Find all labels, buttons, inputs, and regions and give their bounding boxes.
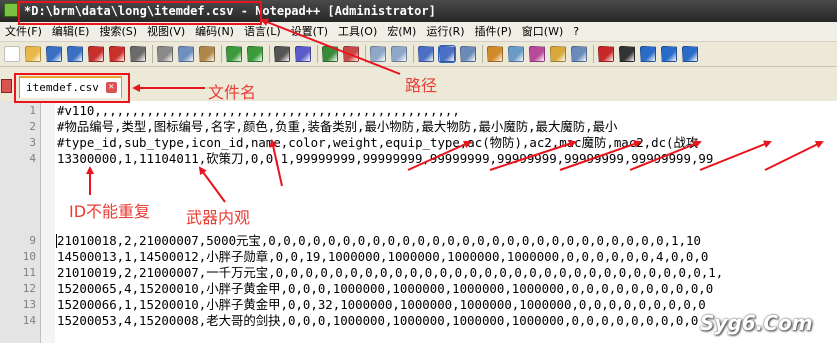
line-number: 2 <box>29 120 36 133</box>
code-line[interactable]: 9 21010018,2,21000007,5000元宝,0,0,0,0,0,0,… <box>0 233 837 249</box>
sync-vertical-icon[interactable] <box>370 46 386 62</box>
path-highlight-box <box>18 1 262 25</box>
code-line[interactable]: 3 #type_id,sub_type,icon_id,name,color,we… <box>0 135 837 151</box>
play-macro-icon[interactable] <box>640 46 656 62</box>
save-icon[interactable] <box>46 46 62 62</box>
line-text: 15200053,4,15200008,老大哥的剑抉,0,0,0,1000000… <box>57 313 699 328</box>
cut-icon[interactable] <box>157 46 173 62</box>
filename-highlight-box <box>14 73 130 103</box>
notepadpp-icon <box>4 3 18 17</box>
line-number: 9 <box>29 234 36 247</box>
redo-icon[interactable] <box>247 46 263 62</box>
play-multiple-icon[interactable] <box>661 46 677 62</box>
zoom-in-icon[interactable] <box>322 46 338 62</box>
code-line[interactable]: 12 15200065,4,15200010,小胖子黄金甲,0,0,0,10000… <box>0 281 837 297</box>
toolbar-separator <box>152 45 153 63</box>
show-all-chars-icon[interactable] <box>438 45 456 63</box>
menu-item[interactable]: 插件(P) <box>470 22 517 41</box>
document-icon <box>1 79 12 93</box>
replace-icon[interactable] <box>295 46 311 62</box>
toolbar-separator <box>482 45 483 63</box>
line-number: 4 <box>29 152 36 165</box>
line-text: 13300000,1,11104011,砍策刀,0,0,1,99999999,9… <box>57 151 714 166</box>
toolbar-separator <box>221 45 222 63</box>
monitor-icon[interactable] <box>571 46 587 62</box>
close-icon[interactable] <box>88 46 104 62</box>
sync-horizontal-icon[interactable] <box>391 46 407 62</box>
menu-item[interactable]: 工具(O) <box>333 22 382 41</box>
line-number: 12 <box>22 282 36 295</box>
menu-item[interactable]: 运行(R) <box>421 22 469 41</box>
copy-icon[interactable] <box>178 46 194 62</box>
zoom-out-icon[interactable] <box>343 46 359 62</box>
line-text: #v110,,,,,,,,,,,,,,,,,,,,,,,,,,,,,,,,,,,… <box>57 103 460 118</box>
line-number: 13 <box>22 298 36 311</box>
toolbar-separator <box>593 45 594 63</box>
undo-icon[interactable] <box>226 46 242 62</box>
toolbar-separator <box>269 45 270 63</box>
weapon-appearance-annotation: 武器内观 <box>186 208 251 227</box>
menu-item[interactable]: 窗口(W) <box>517 22 568 41</box>
path-annotation: 路径 <box>405 76 438 95</box>
code-line[interactable]: 1 #v110,,,,,,,,,,,,,,,,,,,,,,,,,,,,,,,,,,… <box>0 103 837 119</box>
toolbar-separator <box>317 45 318 63</box>
line-text: #type_id,sub_type,icon_id,name,color,wei… <box>57 135 699 150</box>
open-file-icon[interactable] <box>25 46 41 62</box>
line-text: 14500013,1,14500012,小胖子勋章,0,0,19,1000000… <box>57 249 709 264</box>
function-list-icon[interactable] <box>529 46 545 62</box>
print-icon[interactable] <box>130 46 146 62</box>
line-number: 11 <box>22 266 36 279</box>
code-line[interactable]: 2 #物品编号,类型,图标编号,名字,颜色,负重,装备类别,最小物防,最大物防,最… <box>0 119 837 135</box>
menu-item[interactable]: 宏(M) <box>382 22 421 41</box>
filename-annotation: 文件名 <box>208 83 257 102</box>
line-text: 15200065,4,15200010,小胖子黄金甲,0,0,0,1000000… <box>57 281 714 296</box>
folder-workspace-icon[interactable] <box>550 46 566 62</box>
close-all-icon[interactable] <box>109 46 125 62</box>
line-number: 14 <box>22 314 36 327</box>
line-text: 21010019,2,21000007,一千万元宝,0,0,0,0,0,0,0,… <box>57 265 724 280</box>
save-all-icon[interactable] <box>67 46 83 62</box>
menu-bar: 文件(F) 编辑(E) 搜索(S) 视图(V) 编码(N) 语言(L) 设置(T) 工具(O)… <box>0 22 837 42</box>
udl-icon[interactable] <box>487 46 503 62</box>
toolbar-separator <box>413 45 414 63</box>
watermark-logo: Syg6.Com <box>700 311 813 335</box>
find-icon[interactable] <box>274 46 290 62</box>
paste-icon[interactable] <box>199 46 215 62</box>
line-text: #物品编号,类型,图标编号,名字,颜色,负重,装备类别,最小物防,最大物防,最小… <box>57 119 618 134</box>
code-line[interactable]: 10 14500013,1,14500012,小胖子勋章,0,0,19,10000… <box>0 249 837 265</box>
line-number: 3 <box>29 136 36 149</box>
doc-map-icon[interactable] <box>508 46 524 62</box>
word-wrap-icon[interactable] <box>418 46 434 62</box>
record-macro-icon[interactable] <box>598 46 614 62</box>
indent-guide-icon[interactable] <box>460 46 476 62</box>
toolbar <box>0 42 837 67</box>
menu-item[interactable]: ? <box>568 22 584 41</box>
line-text: 15200066,1,15200010,小胖子黄金甲,0,0,32,100000… <box>57 297 706 312</box>
line-number: 1 <box>29 104 36 117</box>
editor-area[interactable]: 1 #v110,,,,,,,,,,,,,,,,,,,,,,,,,,,,,,,,,,… <box>0 101 837 343</box>
code-line[interactable]: 4 13300000,1,11104011,砍策刀,0,0,1,99999999,… <box>0 151 837 167</box>
text-caret <box>56 234 57 248</box>
save-macro-icon[interactable] <box>682 46 698 62</box>
toolbar-separator <box>365 45 366 63</box>
id-unique-annotation: ID不能重复 <box>69 202 151 221</box>
stop-record-icon[interactable] <box>619 46 635 62</box>
code-line[interactable]: 11 21010019,2,21000007,一千万元宝,0,0,0,0,0,0,… <box>0 265 837 281</box>
menu-item[interactable]: 设置(T) <box>286 22 333 41</box>
line-text: 21010018,2,21000007,5000元宝,0,0,0,0,0,0,0… <box>57 233 701 248</box>
new-file-icon[interactable] <box>4 46 20 62</box>
line-number: 10 <box>22 250 36 263</box>
